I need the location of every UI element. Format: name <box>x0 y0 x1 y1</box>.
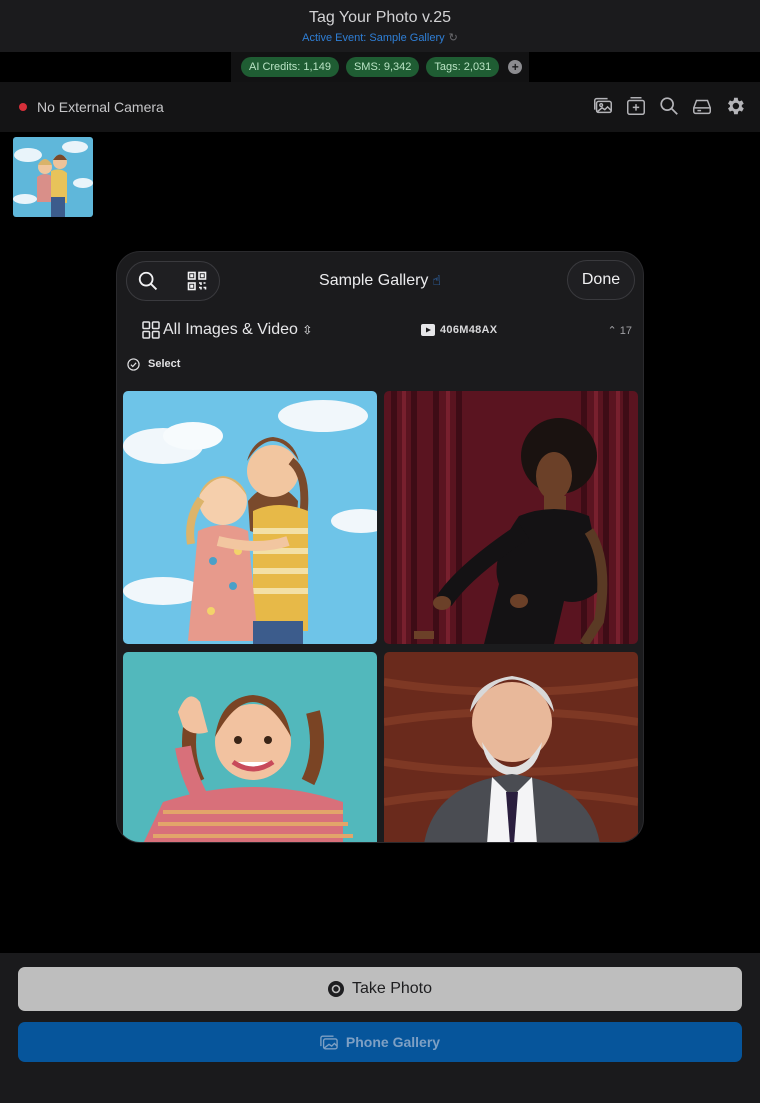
bottom-actions: Take Photo Phone Gallery <box>0 953 760 1103</box>
video-icon <box>421 324 435 336</box>
phone-gallery-button[interactable]: Phone Gallery <box>18 1022 742 1062</box>
tags-credits-badge: Tags: 2,031 <box>426 57 500 77</box>
camera-status-label: No External Camera <box>37 99 164 115</box>
toolbar: No External Camera <box>0 82 760 132</box>
grid-icon[interactable] <box>142 321 160 339</box>
modal-title: Sample Gallery ☝ <box>117 272 643 290</box>
credits-bar: AI Credits: 1,149 SMS: 9,342 Tags: 2,031… <box>231 52 529 82</box>
gallery-photo-man[interactable] <box>384 652 638 842</box>
media-filter-label: All Images & Video <box>163 321 298 338</box>
gallery-photo-woman[interactable] <box>384 391 638 644</box>
refresh-icon[interactable]: ↻ <box>449 31 458 44</box>
select-label: Select <box>148 358 181 370</box>
drive-icon[interactable] <box>691 94 713 118</box>
gallery-photo-girl-waving[interactable] <box>123 652 377 842</box>
gallery-name: Sample Gallery <box>319 272 429 289</box>
active-event-text: Active Event: Sample Gallery <box>302 32 445 44</box>
search-icon[interactable] <box>658 94 680 118</box>
gear-icon[interactable] <box>724 94 746 118</box>
active-event-label[interactable]: Active Event: Sample Gallery ↻ <box>0 31 760 44</box>
video-code-label: 406M48AX <box>440 324 498 336</box>
gallery-photo-girls[interactable] <box>123 391 377 644</box>
ai-credits-badge: AI Credits: 1,149 <box>241 57 339 77</box>
done-button[interactable]: Done <box>567 260 635 300</box>
camera-status-dot <box>19 103 27 111</box>
last-photo-thumbnail[interactable] <box>13 137 93 217</box>
filter-row: All Images & Video ⇳ 406M48AX ⌃ 17 <box>117 314 643 346</box>
photos-stack-icon <box>320 1035 338 1049</box>
take-photo-button[interactable]: Take Photo <box>18 967 742 1011</box>
app-header: Tag Your Photo v.25 Active Event: Sample… <box>0 0 760 52</box>
take-photo-label: Take Photo <box>351 980 433 997</box>
app-title: Tag Your Photo v.25 <box>308 9 452 26</box>
select-toggle[interactable]: Select <box>127 356 180 372</box>
photo-count[interactable]: ⌃ 17 <box>607 324 632 337</box>
photo-count-value: 17 <box>619 325 632 337</box>
add-frame-icon[interactable] <box>625 94 647 118</box>
checkmark-circle-icon <box>127 357 140 371</box>
chevron-updown-icon: ⇳ <box>302 323 313 337</box>
sms-credits-badge: SMS: 9,342 <box>345 57 420 77</box>
camera-shutter-icon <box>327 981 344 997</box>
plus-circle-icon[interactable]: + <box>508 60 523 74</box>
phone-gallery-label: Phone Gallery <box>345 1034 441 1050</box>
hand-tap-icon[interactable]: ☝ <box>432 272 441 289</box>
toolbar-actions <box>592 94 746 118</box>
gallery-modal: Sample Gallery ☝ Done All Images & Video … <box>116 251 644 843</box>
media-filter-dropdown[interactable]: All Images & Video ⇳ <box>163 321 312 339</box>
photos-stack-icon[interactable] <box>592 94 614 118</box>
chevron-up-icon: ⌃ <box>607 325 617 337</box>
